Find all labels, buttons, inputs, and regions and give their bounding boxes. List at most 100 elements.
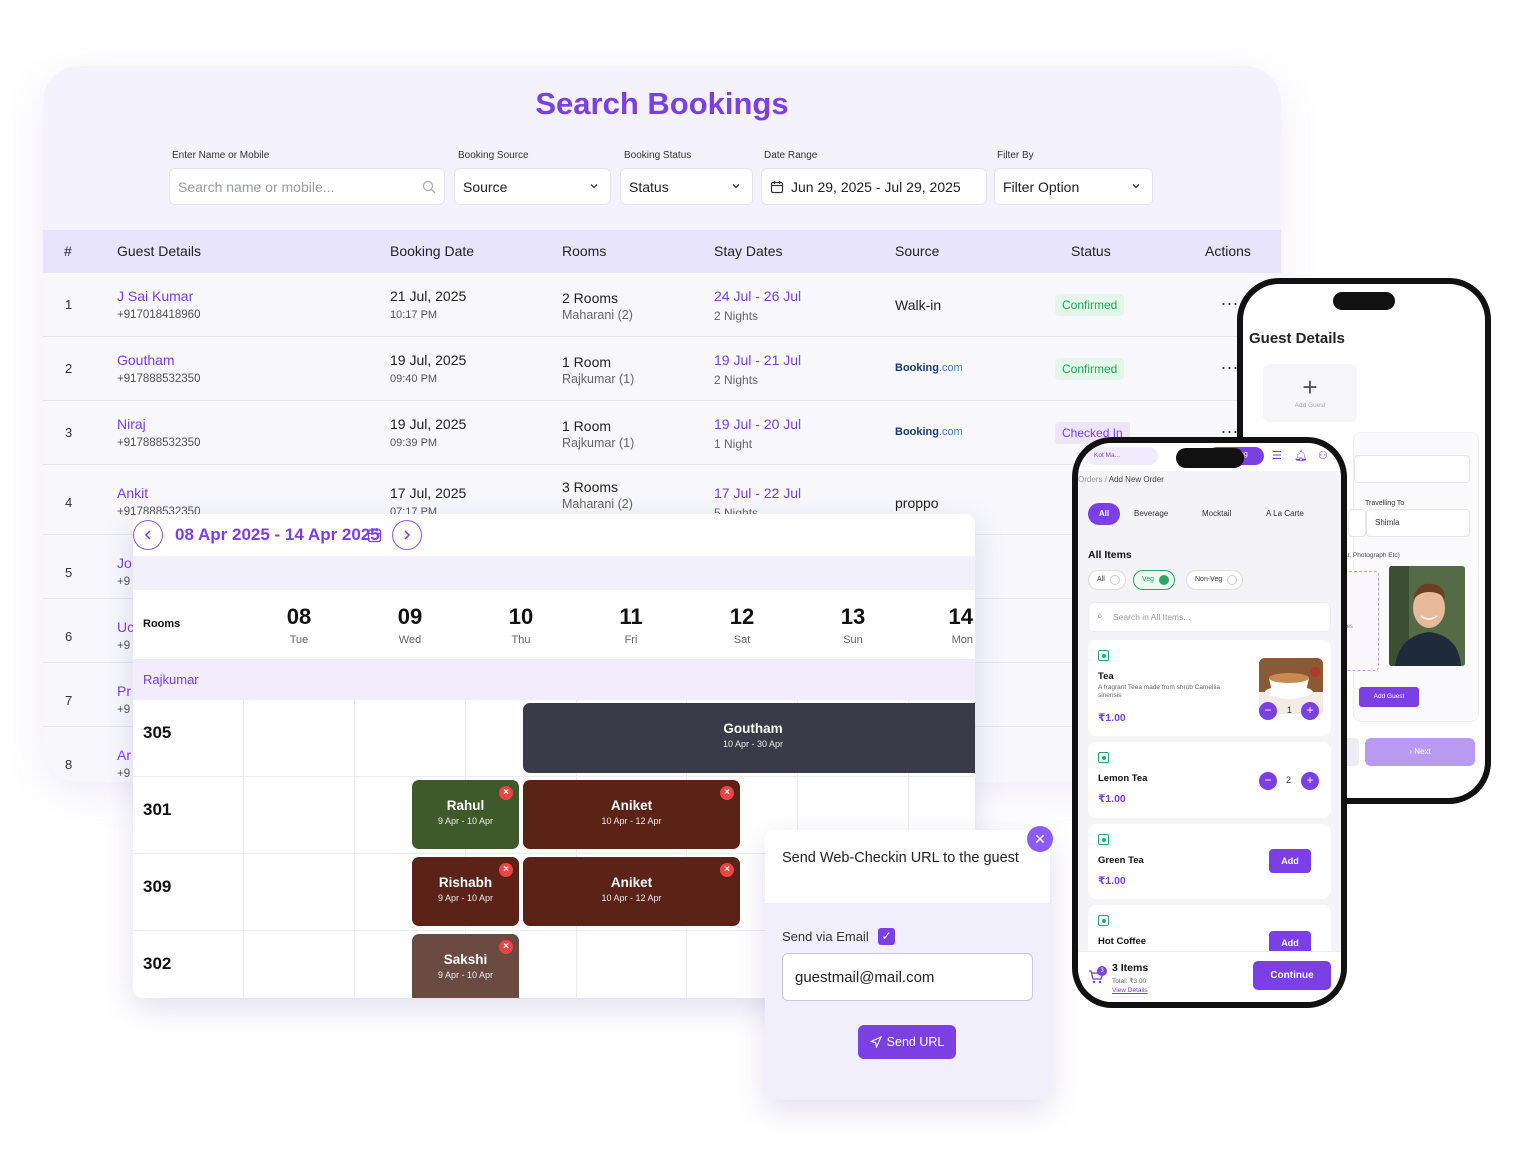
guest-photo	[1389, 566, 1465, 666]
close-icon[interactable]: ×	[499, 940, 513, 954]
th-guest: Guest Details	[117, 243, 202, 259]
travelling-to-input[interactable]: Shimla	[1366, 509, 1470, 537]
booking-block[interactable]: Sakshi 9 Apr - 10 Apr ×	[412, 934, 519, 998]
room-number: 301	[143, 800, 172, 819]
close-icon[interactable]: ×	[499, 863, 513, 877]
menu-item-card[interactable]: Lemon Tea ₹1.00 − 2 +	[1088, 742, 1331, 818]
calendar-icon[interactable]	[367, 527, 382, 543]
veg-icon	[1098, 650, 1109, 661]
email-field[interactable]	[782, 953, 1033, 1001]
status-select[interactable]: Status	[620, 168, 753, 205]
close-icon[interactable]: ×	[720, 863, 734, 877]
booking-block[interactable]: Rishabh 9 Apr - 10 Apr ×	[412, 857, 519, 926]
view-details-link[interactable]: View Details	[1112, 987, 1148, 994]
close-icon[interactable]: ✕	[1027, 826, 1053, 852]
filter-chip-all[interactable]: All	[1088, 570, 1126, 590]
tab-a-la-carte[interactable]: A La Carte	[1266, 503, 1304, 525]
day-weekday: Thu	[511, 634, 531, 646]
nights: 1 Night	[714, 437, 753, 451]
booking-time: 09:40 PM	[390, 373, 438, 385]
send-url-button[interactable]: Send URL	[858, 1025, 956, 1059]
booking-block[interactable]: Goutham 10 Apr - 30 Apr	[523, 703, 975, 773]
row-actions-button[interactable]: ...	[1221, 289, 1239, 310]
page-title: Search Bookings	[535, 86, 789, 121]
guest-name[interactable]: Jo	[117, 555, 132, 571]
stay-dates: 19 Jul - 21 Jul	[714, 352, 802, 368]
increase-button[interactable]: +	[1301, 702, 1319, 720]
table-row[interactable]: 2 Goutham +917888532350 19 Jul, 2025 09:…	[43, 337, 1281, 401]
row-index: 3	[65, 425, 73, 440]
add-item-button[interactable]: Add	[1269, 849, 1311, 873]
booking-block[interactable]: Rahul 9 Apr - 10 Apr ×	[412, 780, 519, 849]
decrease-button[interactable]: −	[1259, 702, 1277, 720]
menu-item-card[interactable]: Green Tea ₹1.00 Add	[1088, 824, 1331, 899]
tab-mocktail[interactable]: Mocktail	[1202, 503, 1231, 525]
radio-icon	[1227, 575, 1238, 585]
stay-dates: 24 Jul - 26 Jul	[714, 288, 802, 304]
chip-label: All	[1097, 576, 1105, 583]
guest-name[interactable]: Niraj	[117, 416, 146, 432]
status-value: Status	[629, 178, 669, 195]
menu-item-card[interactable]: Tea A fragrant Teea made from shrub Came…	[1088, 640, 1331, 736]
booking-block[interactable]: Aniket 10 Apr - 12 Apr ×	[523, 857, 740, 926]
booking-date: 21 Jul, 2025	[390, 288, 467, 304]
item-price: ₹1.00	[1098, 875, 1126, 887]
room-count: 3 Rooms	[562, 479, 619, 495]
continue-button[interactable]: Continue	[1253, 961, 1331, 990]
table-row[interactable]: 1 J Sai Kumar +917018418960 21 Jul, 2025…	[43, 273, 1281, 337]
booking-com-logo: Booking.com	[895, 426, 963, 438]
booking-block[interactable]: Aniket 10 Apr - 12 Apr ×	[523, 780, 740, 849]
source-select[interactable]: Source	[454, 168, 611, 205]
filter-chip-veg[interactable]: Veg	[1133, 570, 1176, 590]
veg-icon	[1098, 915, 1109, 926]
day-number: 10	[508, 604, 534, 629]
travelling-to-value: Shimla	[1375, 518, 1400, 527]
guest-name[interactable]: Ar	[117, 747, 131, 763]
close-icon[interactable]: ×	[499, 786, 513, 800]
guest-form-input[interactable]	[1354, 455, 1470, 483]
prev-week-button[interactable]	[133, 520, 163, 550]
guest-phone: +917888532350	[117, 373, 201, 385]
send-icon	[869, 1036, 882, 1048]
guest-name[interactable]: Goutham	[117, 352, 175, 368]
increase-button[interactable]: +	[1301, 772, 1319, 790]
guest-form-input[interactable]	[1348, 509, 1366, 537]
tab-all[interactable]: All	[1088, 503, 1120, 525]
row-index: 1	[65, 297, 73, 312]
modal-title: Send Web-Checkin URL to the guest	[782, 850, 1019, 866]
room-number: 302	[143, 954, 172, 973]
next-week-button[interactable]	[392, 520, 422, 550]
room-detail: Maharani (2)	[562, 497, 633, 511]
filter-chip-non-veg[interactable]: Non-Veg	[1186, 570, 1244, 590]
booking-dates: 10 Apr - 12 Apr	[601, 893, 662, 903]
kot-selector[interactable]: Kot Ma...	[1086, 447, 1158, 465]
phone-screen: Kot Ma... ng ☰ 🔔︎ ⚇ Orders / Add New Ord…	[1078, 443, 1341, 1002]
menu-icon[interactable]: ☰	[1272, 449, 1282, 462]
breadcrumb-separator: /	[1104, 475, 1107, 484]
filter-label: Filter By	[997, 150, 1034, 161]
search-input[interactable]: Search name or mobile...	[169, 168, 445, 205]
calendar-icon	[770, 180, 784, 193]
booking-logo-tld: .com	[939, 426, 963, 438]
bell-icon[interactable]: 🔔︎	[1294, 449, 1308, 462]
decrease-button[interactable]: −	[1259, 772, 1277, 790]
guest-name[interactable]: Pr	[117, 683, 131, 699]
guest-name[interactable]: J Sai Kumar	[117, 288, 193, 304]
tab-beverage[interactable]: Beverage	[1134, 503, 1168, 525]
guest-name[interactable]: Uc	[117, 619, 134, 635]
send-via-email-checkbox[interactable]: ✓	[878, 928, 895, 945]
guest-name[interactable]: Ankit	[117, 485, 148, 501]
filter-select[interactable]: Filter Option	[994, 168, 1153, 205]
date-range-input[interactable]: Jun 29, 2025 - Jul 29, 2025	[761, 168, 987, 205]
room-number: 309	[143, 877, 172, 896]
add-guest-tile[interactable]: + Add Guest	[1263, 364, 1357, 422]
breadcrumb-orders[interactable]: Orders	[1078, 475, 1102, 484]
next-button[interactable]: › Next	[1365, 738, 1475, 766]
user-icon[interactable]: ⚇	[1318, 449, 1328, 462]
item-search-input[interactable]: ⌕ Search in All Items...	[1088, 602, 1331, 632]
th-actions: Actions	[1205, 243, 1251, 259]
booking-dates: 10 Apr - 30 Apr	[722, 739, 784, 749]
add-guest-button[interactable]: Add Guest	[1359, 687, 1419, 707]
close-icon[interactable]: ×	[720, 786, 734, 800]
dynamic-island	[1333, 292, 1395, 310]
